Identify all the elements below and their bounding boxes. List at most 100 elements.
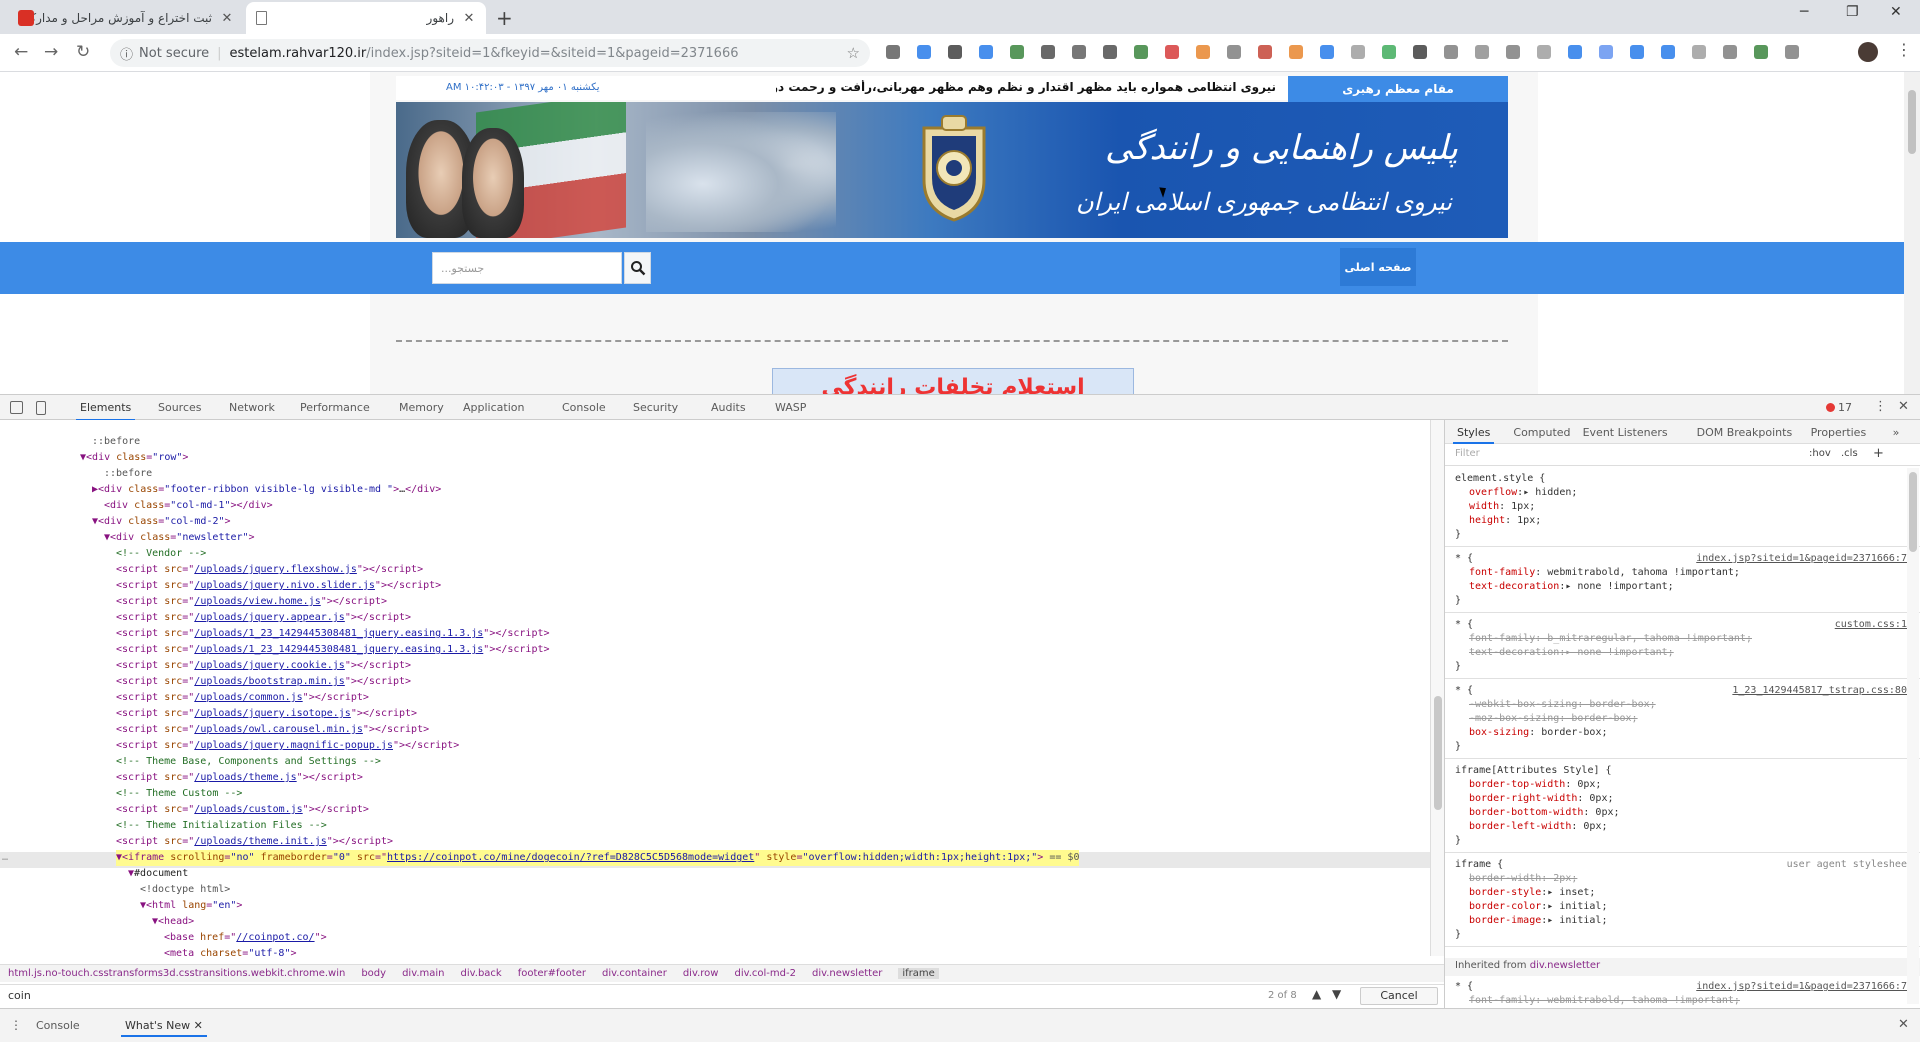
elements-scroll-thumb[interactable]	[1434, 696, 1442, 810]
dom-node[interactable]: <!-- Theme Base, Components and Settings…	[116, 754, 381, 770]
rule-declaration[interactable]: border-width: 2px;	[1455, 872, 1913, 886]
rule-declaration[interactable]: box-sizing: border-box;	[1455, 726, 1913, 740]
rule-declaration[interactable]: border-style:▸ inset;	[1455, 886, 1913, 900]
dom-node[interactable]: <script src="/uploads/1_23_1429445308481…	[116, 626, 550, 642]
devtools-menu-icon[interactable]: ⋮	[1874, 399, 1887, 414]
devtools-tab-security[interactable]: Security	[633, 401, 678, 414]
rule-source-link[interactable]: user agent stylesheet	[1787, 858, 1913, 872]
bookmark-star-icon[interactable]: ☆	[847, 44, 860, 62]
dom-node[interactable]: <script src="/uploads/theme.init.js"></s…	[116, 834, 393, 850]
device-toolbar-icon[interactable]	[36, 401, 46, 415]
breadcrumb-item[interactable]: div.main	[402, 968, 444, 979]
dom-node[interactable]: <div class="col-md-1"></div>	[104, 498, 273, 514]
devtools-tab-console[interactable]: Console	[562, 401, 606, 414]
find-input[interactable]: coin	[8, 989, 31, 1002]
extension-icon[interactable]	[1010, 45, 1024, 59]
styles-tab-properties[interactable]: Properties	[1811, 426, 1867, 439]
extension-icon[interactable]	[917, 45, 931, 59]
rule-source-link[interactable]: index.jsp?siteid=1&pageid=2371666:74	[1696, 980, 1913, 994]
extension-icon[interactable]	[1475, 45, 1489, 59]
find-next-icon[interactable]: ▼	[1332, 987, 1341, 1001]
rule-declaration[interactable]: text-decoration:▸ none !important;	[1455, 646, 1913, 660]
rule-declaration[interactable]: -webkit-box-sizing: border-box;	[1455, 698, 1913, 712]
back-icon[interactable]: ←	[14, 42, 28, 62]
browser-tab-rahvar[interactable]: راهور ✕	[246, 2, 486, 34]
new-tab-button[interactable]: +	[496, 6, 513, 30]
extension-icon[interactable]	[1568, 45, 1582, 59]
devtools-tab-network[interactable]: Network	[229, 401, 275, 414]
window-close-icon[interactable]: ✕	[1890, 4, 1902, 20]
rule-declaration[interactable]: font-family: b_mitraregular, tahoma !imp…	[1455, 632, 1913, 646]
cls-toggle[interactable]: .cls	[1841, 448, 1858, 459]
dom-node[interactable]: <!-- Vendor -->	[116, 546, 206, 562]
minimize-icon[interactable]: ─	[1800, 4, 1808, 20]
breadcrumb-item[interactable]: iframe	[898, 968, 939, 979]
rule-source-link[interactable]: index.jsp?siteid=1&pageid=2371666:74	[1696, 552, 1913, 566]
dom-node[interactable]: <script src="/uploads/jquery.magnific-po…	[116, 738, 459, 754]
styles-tab-event-listeners[interactable]: Event Listeners	[1583, 426, 1668, 439]
extension-icon[interactable]	[948, 45, 962, 59]
dom-node[interactable]: ::before	[92, 434, 140, 450]
dom-node[interactable]: <script src="/uploads/view.home.js"></sc…	[116, 594, 387, 610]
page-scrollbar[interactable]	[1904, 72, 1920, 394]
inspect-element-icon[interactable]	[10, 401, 23, 414]
extension-icon[interactable]	[1506, 45, 1520, 59]
rule-declaration[interactable]: border-left-width: 0px;	[1455, 820, 1913, 834]
find-cancel-button[interactable]: Cancel	[1360, 987, 1438, 1005]
page-scroll-thumb[interactable]	[1908, 90, 1916, 154]
drawer-close-icon[interactable]: ✕	[1898, 1017, 1909, 1032]
extension-icon[interactable]	[1661, 45, 1675, 59]
devtools-tab-sources[interactable]: Sources	[158, 401, 202, 414]
extension-icon[interactable]	[1382, 45, 1396, 59]
dom-node[interactable]: ▶<div class="footer-ribbon visible-lg vi…	[92, 482, 441, 498]
extension-icon[interactable]	[1630, 45, 1644, 59]
home-nav-button[interactable]: صفحه اصلی	[1340, 248, 1416, 286]
extension-icon[interactable]	[1196, 45, 1210, 59]
styles-tab-dom-breakpoints[interactable]: DOM Breakpoints	[1697, 426, 1793, 439]
hov-toggle[interactable]: :hov	[1809, 448, 1831, 459]
dom-node[interactable]: <script src="/uploads/bootstrap.min.js">…	[116, 674, 411, 690]
rule-declaration[interactable]: overflow:▸ hidden;	[1455, 486, 1913, 500]
dom-node-selected[interactable]: ▼<iframe scrolling="no" frameborder="0" …	[116, 850, 1080, 866]
dom-node[interactable]: <base href="//coinpot.co/">	[164, 930, 327, 946]
dom-node[interactable]: <script src="/uploads/owl.carousel.min.j…	[116, 722, 429, 738]
devtools-tab-elements[interactable]: Elements	[75, 401, 136, 421]
style-rule[interactable]: * {custom.css:15 font-family: b_mitraregu…	[1445, 616, 1920, 679]
extension-icon[interactable]	[1320, 45, 1334, 59]
dom-node[interactable]: <!-- Theme Initialization Files -->	[116, 818, 327, 834]
extension-icon[interactable]	[1103, 45, 1117, 59]
extension-icon[interactable]	[1227, 45, 1241, 59]
devtools-close-icon[interactable]: ✕	[1898, 399, 1909, 414]
breadcrumb-item[interactable]: div.row	[683, 968, 719, 979]
styles-tab--[interactable]: »	[1893, 426, 1900, 439]
extension-icon[interactable]	[1723, 45, 1737, 59]
devtools-tab-audits[interactable]: Audits	[711, 401, 746, 414]
dom-node[interactable]: <script src="/uploads/jquery.flexshow.js…	[116, 562, 423, 578]
devtools-tab-memory[interactable]: Memory	[399, 401, 444, 414]
style-rule[interactable]: iframe[Attributes Style] {border-top-wid…	[1445, 762, 1920, 853]
extension-icon[interactable]	[1785, 45, 1799, 59]
extension-icon[interactable]	[1351, 45, 1365, 59]
breadcrumb-item[interactable]: div.back	[461, 968, 502, 979]
extension-icon[interactable]	[1072, 45, 1086, 59]
extension-icon[interactable]	[1444, 45, 1458, 59]
extension-icon[interactable]	[1258, 45, 1272, 59]
rule-declaration[interactable]: font-family: webmitrabold, tahoma !impor…	[1455, 994, 1913, 1008]
dom-node[interactable]: ::before	[104, 466, 152, 482]
extension-icon[interactable]	[886, 45, 900, 59]
profile-avatar[interactable]	[1858, 42, 1878, 62]
style-rule[interactable]: * {index.jsp?siteid=1&pageid=2371666:74 f…	[1445, 550, 1920, 613]
style-rule[interactable]: element.style {overflow:▸ hidden; width: …	[1445, 470, 1920, 547]
leader-button[interactable]: مقام معظم رهبری	[1288, 76, 1508, 102]
styles-scrollbar[interactable]	[1907, 468, 1919, 1004]
drawer-tab-console[interactable]: Console	[36, 1019, 80, 1032]
elements-scrollbar[interactable]	[1430, 420, 1444, 956]
styles-scroll-thumb[interactable]	[1909, 472, 1917, 552]
styles-filter-input[interactable]: Filter	[1455, 448, 1480, 459]
find-prev-icon[interactable]: ▲	[1312, 987, 1321, 1001]
style-rule[interactable]: * {1_23_1429445817_tstrap.css:806 -webkit…	[1445, 682, 1920, 759]
address-bar[interactable]: ⓘ Not secure | estelam.rahvar120.ir/inde…	[110, 39, 870, 67]
extension-icon[interactable]	[1692, 45, 1706, 59]
devtools-tab-wasp[interactable]: WASP	[775, 401, 806, 414]
rule-declaration[interactable]: width: 1px;	[1455, 500, 1913, 514]
